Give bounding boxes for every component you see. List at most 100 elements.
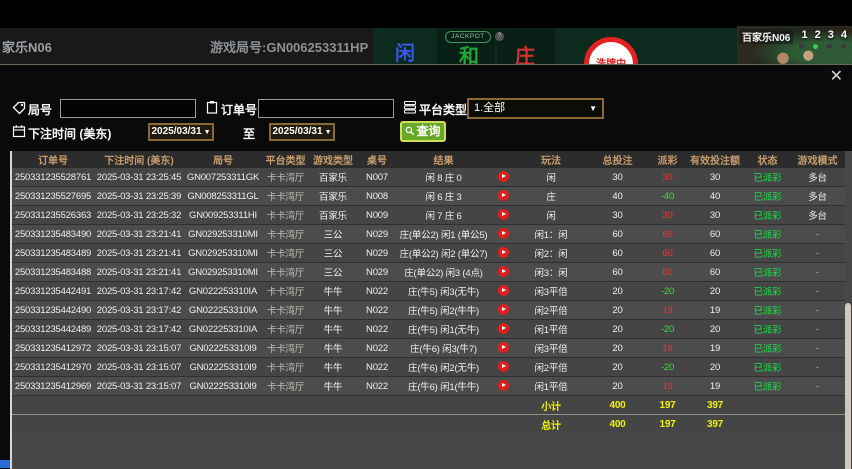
search-button[interactable]: 查询 (400, 121, 446, 142)
cell-table-no: N029 (357, 243, 397, 263)
cell-time: 2025-03-31 23:21:41 (94, 224, 184, 244)
cell-result: 庄(牛6) 闲2(无牛) (397, 357, 490, 377)
subtotal-label: 小计 (517, 395, 585, 415)
replay-play-icon[interactable] (498, 228, 509, 240)
help-icon[interactable]: ? (495, 32, 504, 41)
banker-bet-label[interactable]: 庄 (515, 40, 535, 64)
cell-table-no: N007 (357, 168, 397, 187)
cell-valid-bet: 40 (685, 186, 745, 206)
cell-game-type: 三公 (309, 224, 357, 244)
camera-numbers[interactable]: 1 2 3 4 (802, 29, 848, 41)
cell-mode: - (790, 281, 845, 301)
cell-result: 闲 8 庄 0 (397, 168, 490, 187)
table-row: 250331235412972 2025-03-31 23:15:07 GN0222… (12, 338, 845, 358)
cell-order: 250331235526363 (12, 205, 94, 225)
replay-play-icon[interactable] (498, 266, 509, 278)
replay-play-icon[interactable] (498, 247, 509, 259)
col-header-8: 总投注 (585, 151, 650, 168)
cell-time: 2025-03-31 23:17:42 (94, 319, 184, 339)
cell-platform: 卡卡湾厅 (262, 338, 309, 358)
replay-play-icon[interactable] (498, 361, 509, 373)
cell-game-type: 百家乐 (309, 186, 357, 206)
cell-table-no: N022 (357, 281, 397, 301)
close-icon[interactable]: ✕ (830, 69, 843, 85)
replay-play-icon[interactable] (498, 342, 509, 354)
player-bet-label[interactable]: 闲 (395, 37, 415, 64)
cell-payout: 60 (650, 224, 685, 244)
cell-total-bet: 40 (585, 186, 650, 206)
cell-game-type: 牛牛 (309, 376, 357, 396)
cell-bet-type: 闲 (517, 168, 585, 187)
replay-play-icon[interactable] (498, 171, 509, 183)
camera-4[interactable]: 4 (841, 29, 847, 41)
cell-mode: - (790, 376, 845, 396)
cell-result: 庄(牛5) 闲1(无牛) (397, 319, 490, 339)
col-header-0: 订单号 (12, 151, 94, 168)
col-header-2: 局号 (184, 151, 262, 168)
cell-round: GN022253310IA (184, 319, 262, 339)
cell-bet-type: 闲 (517, 205, 585, 225)
order-filter-label: 订单号 (221, 103, 258, 117)
cell-result: 庄(单公2) 闲2 (单公7) (397, 243, 490, 263)
to-label: 至 (243, 127, 256, 141)
cell-table-no: N029 (357, 224, 397, 244)
vertical-scrollbar-thumb[interactable] (845, 303, 851, 469)
cell-valid-bet: 20 (685, 357, 745, 377)
cell-play (490, 262, 517, 282)
tie-bet-label[interactable]: 和 (459, 40, 479, 64)
camera-3[interactable]: 3 (828, 29, 834, 41)
cell-payout: -40 (650, 186, 685, 206)
cell-mode: - (790, 300, 845, 320)
replay-play-icon[interactable] (498, 323, 509, 335)
cell-round: GN022253310I9 (184, 338, 262, 358)
cell-round: GN008253311GL (184, 186, 262, 206)
cell-bet-type: 闲2平倍 (517, 357, 585, 377)
cell-round: GN022253310IA (184, 281, 262, 301)
cell-total-bet: 20 (585, 357, 650, 377)
cell-status: 已派彩 (745, 376, 790, 396)
total-spacer (12, 414, 517, 433)
camera-2[interactable]: 2 (815, 29, 821, 41)
cell-table-no: N022 (357, 300, 397, 320)
camera-1[interactable]: 1 (802, 29, 808, 41)
cell-valid-bet: 30 (685, 205, 745, 225)
camera-dot (827, 44, 832, 49)
cell-play (490, 376, 517, 396)
platform-select[interactable]: 1.全部 ▼ (467, 98, 604, 119)
cell-round: GN022253310I9 (184, 357, 262, 377)
cell-mode: - (790, 319, 845, 339)
cell-total-bet: 20 (585, 376, 650, 396)
cell-result: 闲 6 庄 3 (397, 186, 490, 206)
cell-bet-type: 闲1：闲 (517, 224, 585, 244)
col-header-12: 游戏模式 (790, 151, 845, 168)
cell-payout: 19 (650, 338, 685, 358)
round-input[interactable] (60, 99, 196, 118)
col-header-play (490, 151, 517, 168)
date-from-picker[interactable]: 2025/03/31 ▼ (148, 123, 214, 141)
cell-round: GN009253311HI (184, 205, 262, 225)
col-header-10: 有效投注额 (685, 151, 745, 168)
order-input[interactable] (258, 99, 394, 118)
cell-bet-type: 闲1平倍 (517, 376, 585, 396)
cell-status: 已派彩 (745, 205, 790, 225)
live-video-thumbnail[interactable]: 百家乐N06 1 2 3 4 (737, 26, 852, 64)
cell-time: 2025-03-31 23:15:07 (94, 357, 184, 377)
cell-platform: 卡卡湾厅 (262, 357, 309, 377)
date-to-picker[interactable]: 2025/03/31 ▼ (269, 123, 335, 141)
replay-play-icon[interactable] (498, 209, 509, 221)
cell-total-bet: 60 (585, 224, 650, 244)
replay-play-icon[interactable] (498, 190, 509, 202)
cell-status: 已派彩 (745, 300, 790, 320)
cell-play (490, 319, 517, 339)
bottom-left-blue-strip (0, 460, 10, 468)
cell-bet-type: 闲1平倍 (517, 319, 585, 339)
records-table: 订单号 下注时间 (美东) 局号 平台类型 游戏类型 桌号 结果 玩法 总投注 派彩 有效投注额 状态… (12, 151, 845, 433)
cell-total-bet: 20 (585, 281, 650, 301)
replay-play-icon[interactable] (498, 304, 509, 316)
cell-order: 250331235412969 (12, 376, 94, 396)
replay-play-icon[interactable] (498, 285, 509, 297)
cell-platform: 卡卡湾厅 (262, 376, 309, 396)
cell-round: GN007253311GK (184, 168, 262, 187)
replay-play-icon[interactable] (498, 380, 509, 392)
table-row: 250331235442491 2025-03-31 23:17:42 GN0222… (12, 281, 845, 301)
